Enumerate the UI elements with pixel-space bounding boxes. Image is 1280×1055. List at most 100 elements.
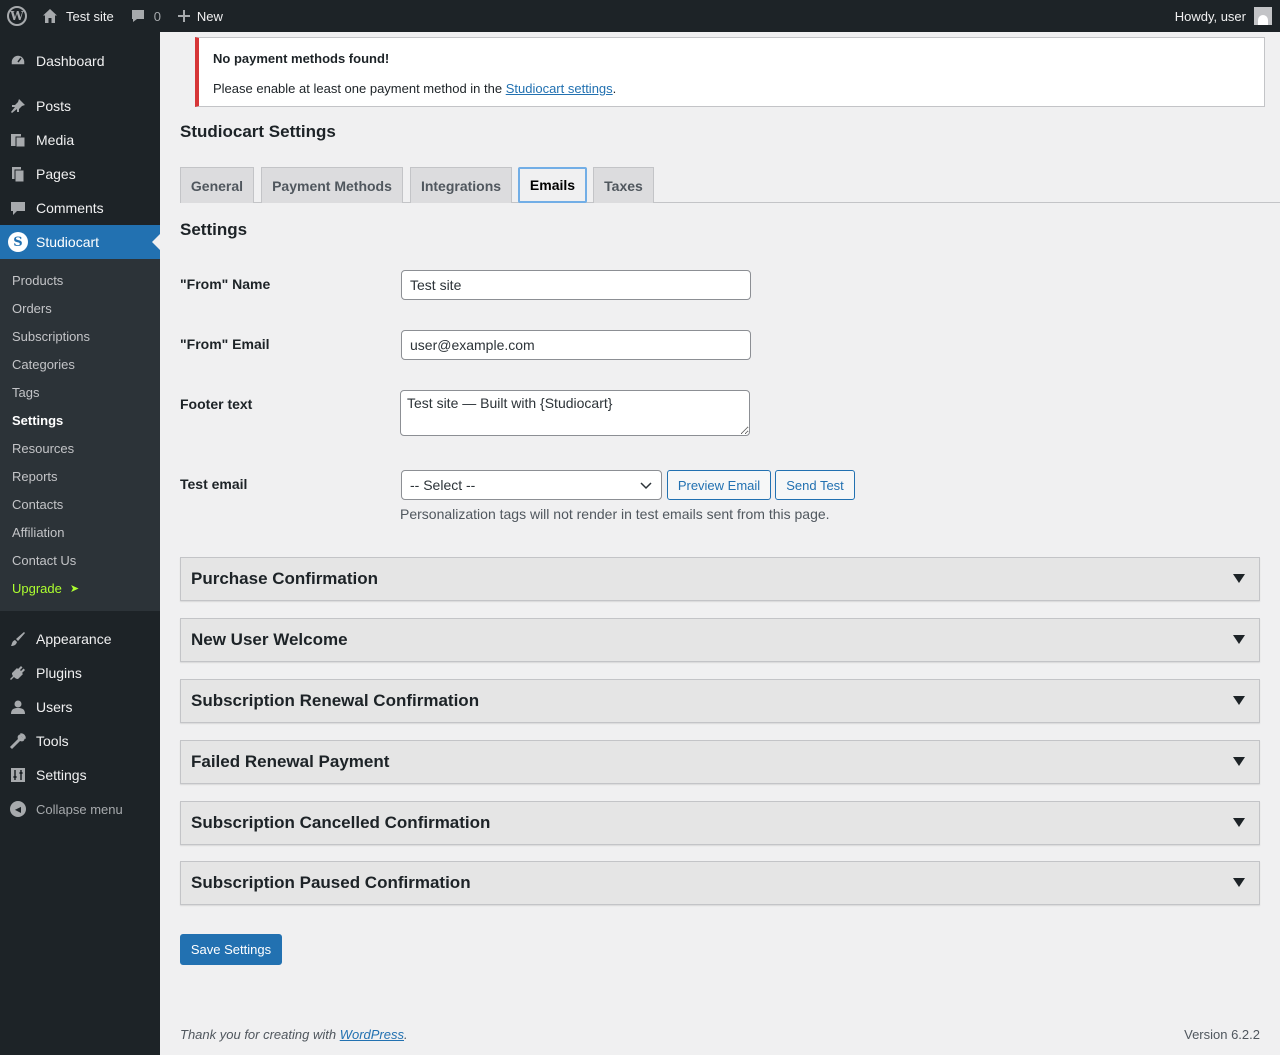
sidebar-item-users[interactable]: Users xyxy=(0,690,160,724)
accordion-subscription-renewal[interactable]: Subscription Renewal Confirmation xyxy=(180,679,1260,723)
sidebar-item-label: Users xyxy=(36,699,73,715)
submenu-item-orders[interactable]: Orders xyxy=(0,294,160,322)
sidebar-item-media[interactable]: Media xyxy=(0,123,160,157)
footer-text-label: Footer text xyxy=(180,396,253,412)
accordion-title: Purchase Confirmation xyxy=(191,569,379,588)
sidebar-item-label: Appearance xyxy=(36,631,112,647)
pin-icon xyxy=(0,97,36,115)
tab-general[interactable]: General xyxy=(180,167,254,203)
collapse-icon: ◀ xyxy=(0,801,36,817)
new-content-link[interactable]: New xyxy=(169,0,231,32)
submenu-item-settings[interactable]: Settings xyxy=(0,406,160,434)
chevron-down-icon xyxy=(640,482,652,490)
studiocart-logo-icon: S xyxy=(0,232,36,252)
tab-taxes[interactable]: Taxes xyxy=(593,167,654,203)
caret-down-icon xyxy=(1233,818,1245,827)
footer-text-input[interactable]: Test site — Built with {Studiocart} xyxy=(400,390,750,436)
tab-payment-methods[interactable]: Payment Methods xyxy=(261,167,403,203)
from-email-label: "From" Email xyxy=(180,336,270,352)
caret-down-icon xyxy=(1233,696,1245,705)
accordion-new-user-welcome[interactable]: New User Welcome xyxy=(180,618,1260,662)
sidebar-item-comments[interactable]: Comments xyxy=(0,191,160,225)
howdy-label: Howdy, user xyxy=(1174,8,1246,24)
submenu-item-tags[interactable]: Tags xyxy=(0,378,160,406)
from-name-label: "From" Name xyxy=(180,276,271,292)
sidebar-item-label: Tools xyxy=(36,733,69,749)
media-icon xyxy=(0,131,36,149)
submenu-item-contacts[interactable]: Contacts xyxy=(0,490,160,518)
wordpress-link[interactable]: WordPress xyxy=(340,1027,404,1042)
accordion-subscription-paused[interactable]: Subscription Paused Confirmation xyxy=(180,861,1260,905)
tab-emails[interactable]: Emails xyxy=(518,167,587,203)
accordion-subscription-cancelled[interactable]: Subscription Cancelled Confirmation xyxy=(180,801,1260,845)
section-title: Settings xyxy=(180,220,248,239)
main-content: No payment methods found! Please enable … xyxy=(160,32,1280,1055)
home-icon xyxy=(43,9,57,23)
submenu-item-subscriptions[interactable]: Subscriptions xyxy=(0,322,160,350)
sidebar-item-posts[interactable]: Posts xyxy=(0,89,160,123)
submenu-item-upgrade[interactable]: Upgrade ➤ xyxy=(0,574,160,602)
submenu-item-affiliation[interactable]: Affiliation xyxy=(0,518,160,546)
test-email-label: Test email xyxy=(180,476,248,492)
sidebar-item-plugins[interactable]: Plugins xyxy=(0,656,160,690)
my-account-link[interactable]: Howdy, user xyxy=(1175,0,1272,32)
submenu-item-reports[interactable]: Reports xyxy=(0,462,160,490)
sidebar-item-appearance[interactable]: Appearance xyxy=(0,622,160,656)
new-label: New xyxy=(196,8,223,24)
pages-icon xyxy=(0,165,36,183)
save-settings-button[interactable]: Save Settings xyxy=(180,934,282,965)
notice-title: No payment methods found! xyxy=(213,51,390,66)
accordion-title: Failed Renewal Payment xyxy=(191,752,390,771)
comments-count: 0 xyxy=(153,8,161,24)
user-icon xyxy=(0,698,36,716)
send-test-button[interactable]: Send Test xyxy=(775,470,855,500)
caret-down-icon xyxy=(1233,878,1245,887)
sidebar-item-studiocart[interactable]: S Studiocart xyxy=(0,225,160,259)
submenu-item-resources[interactable]: Resources xyxy=(0,434,160,462)
sidebar-item-pages[interactable]: Pages xyxy=(0,157,160,191)
submenu-item-categories[interactable]: Categories xyxy=(0,350,160,378)
wordpress-logo-icon[interactable]: W xyxy=(0,0,34,32)
upgrade-label: Upgrade xyxy=(12,580,62,596)
studiocart-settings-link[interactable]: Studiocart settings xyxy=(506,81,613,96)
plug-icon xyxy=(0,664,36,682)
preview-email-button[interactable]: Preview Email xyxy=(667,470,771,500)
site-name-label: Test site xyxy=(66,8,114,24)
comment-icon xyxy=(131,10,144,22)
sidebar-item-label: Media xyxy=(36,132,75,148)
notice-text: Please enable at least one payment metho… xyxy=(213,80,1250,98)
sidebar-item-dashboard[interactable]: Dashboard xyxy=(0,44,160,78)
sidebar-item-label: Studiocart xyxy=(36,234,100,250)
avatar xyxy=(1254,7,1272,25)
accordion-title: Subscription Cancelled Confirmation xyxy=(191,813,491,832)
accordion-purchase-confirmation[interactable]: Purchase Confirmation xyxy=(180,557,1260,601)
dashboard-icon xyxy=(0,52,36,70)
admin-sidebar: Dashboard Posts Media Pages Comments S S… xyxy=(0,32,160,1055)
sidebar-item-label: Plugins xyxy=(36,665,82,681)
sidebar-item-label: Dashboard xyxy=(36,53,105,69)
site-name-link[interactable]: Test site xyxy=(34,0,122,32)
footer-thanks-after: . xyxy=(404,1027,408,1042)
submenu-item-products[interactable]: Products xyxy=(0,266,160,294)
admin-bar: W Test site 0 New Howdy, user xyxy=(0,0,1280,32)
accordion-failed-renewal-payment[interactable]: Failed Renewal Payment xyxy=(180,740,1260,784)
brush-icon xyxy=(0,630,36,648)
test-email-hint: Personalization tags will not render in … xyxy=(400,506,830,522)
collapse-menu-button[interactable]: ◀ Collapse menu xyxy=(0,792,160,826)
sidebar-item-label: Settings xyxy=(36,767,87,783)
accordion-title: Subscription Renewal Confirmation xyxy=(191,691,480,710)
tab-integrations[interactable]: Integrations xyxy=(410,167,512,203)
sidebar-item-settings[interactable]: Settings xyxy=(0,758,160,792)
caret-down-icon xyxy=(1233,574,1245,583)
comments-link[interactable]: 0 xyxy=(122,0,169,32)
sidebar-item-tools[interactable]: Tools xyxy=(0,724,160,758)
from-email-input[interactable] xyxy=(401,330,751,360)
notice-text-before: Please enable at least one payment metho… xyxy=(213,81,506,97)
test-email-select[interactable]: -- Select -- xyxy=(401,470,662,500)
notice-text-after: . xyxy=(612,81,617,97)
submenu-item-contact-us[interactable]: Contact Us xyxy=(0,546,160,574)
collapse-label: Collapse menu xyxy=(36,801,123,817)
comment-icon xyxy=(0,199,36,217)
wrench-icon xyxy=(0,732,36,750)
from-name-input[interactable] xyxy=(401,270,751,300)
